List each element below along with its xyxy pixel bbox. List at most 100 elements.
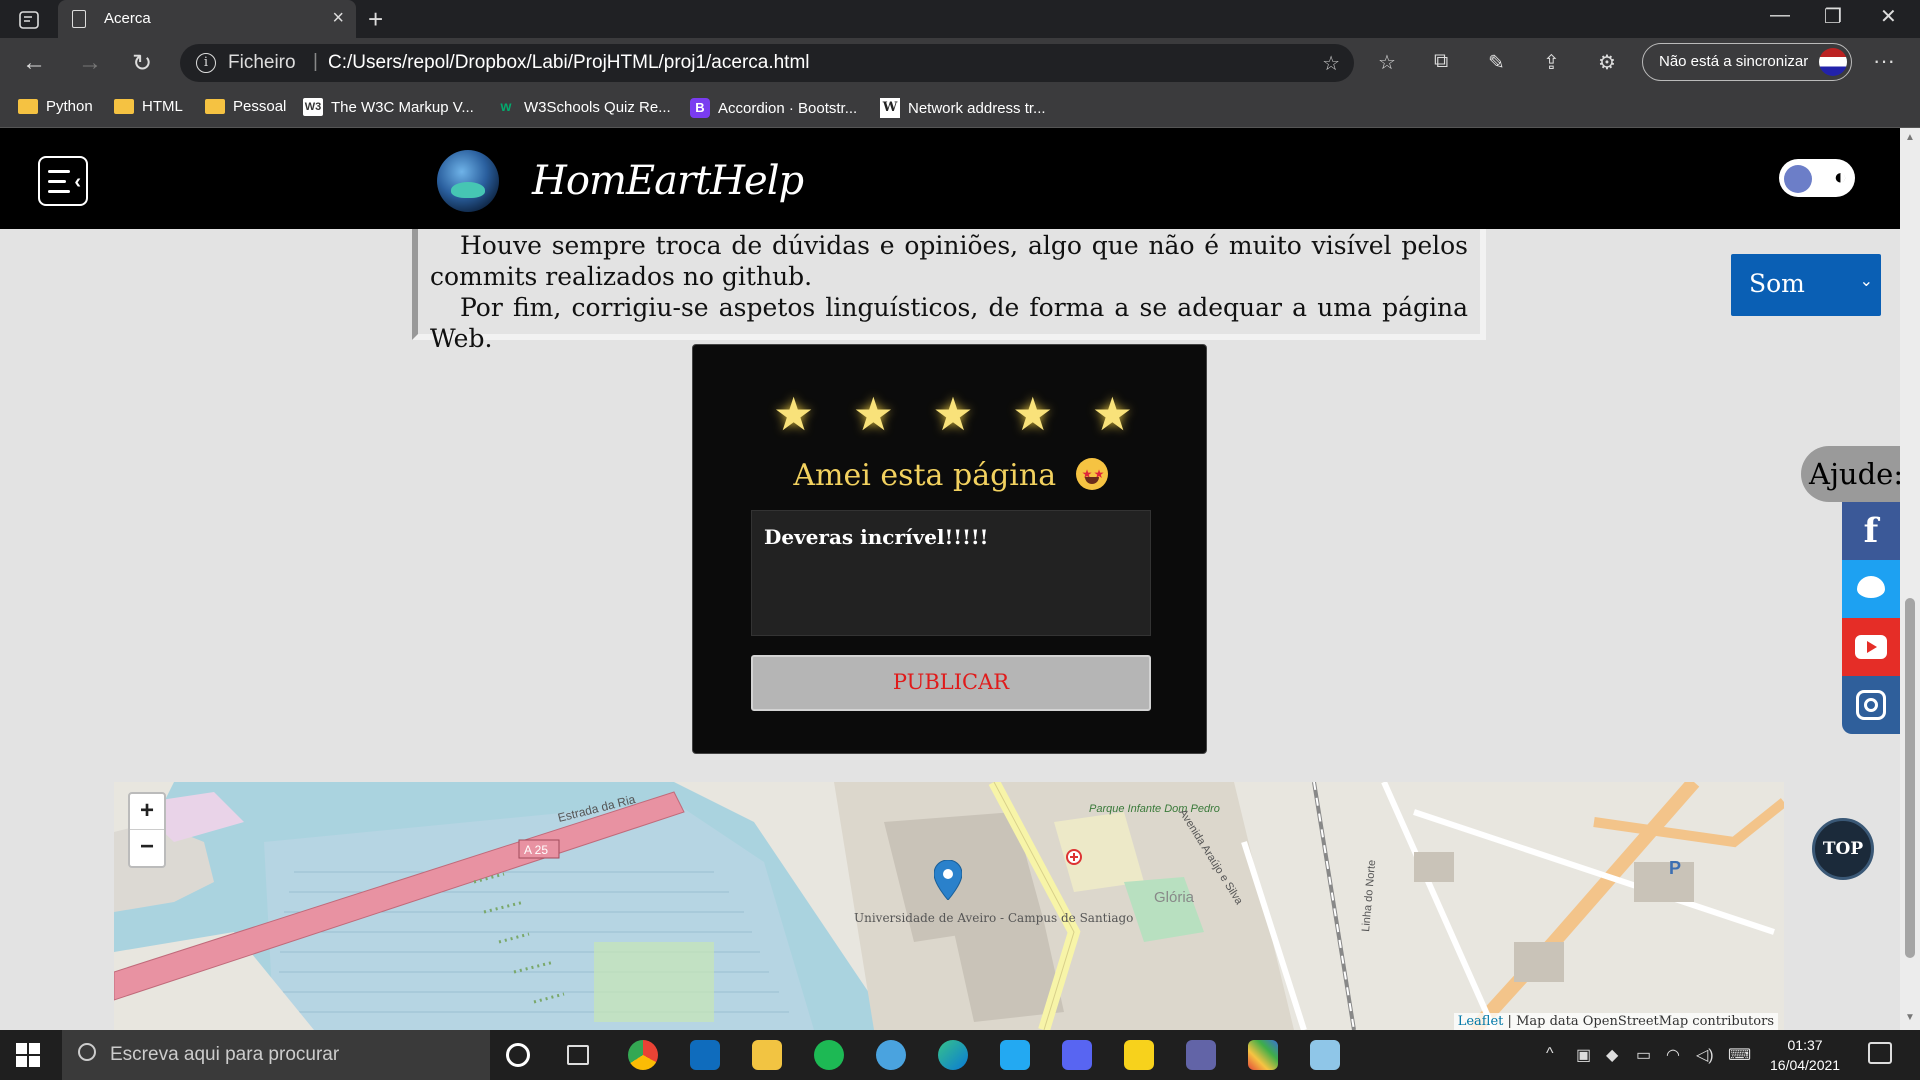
star-icon[interactable]: ★	[773, 387, 814, 441]
file-explorer-icon[interactable]	[752, 1040, 782, 1070]
search-placeholder: Escreva aqui para procurar	[110, 1044, 340, 1065]
sticky-notes-icon[interactable]	[1124, 1040, 1154, 1070]
toggle-knob	[1784, 165, 1812, 193]
favorites-icon[interactable]: ☆	[1378, 50, 1396, 75]
tab-title: Acerca	[104, 10, 151, 27]
spotify-icon[interactable]	[814, 1040, 844, 1070]
discord-icon[interactable]	[1062, 1040, 1092, 1070]
facebook-icon[interactable]: f	[1842, 502, 1900, 560]
tab-actions-icon[interactable]	[12, 8, 48, 32]
chrome-icon[interactable]	[628, 1040, 658, 1070]
taskbar-search[interactable]: Escreva aqui para procurar	[62, 1030, 490, 1080]
minimize-icon[interactable]: —	[1770, 4, 1790, 27]
rating-label-text: Amei esta página	[793, 458, 1057, 493]
url-text[interactable]: C:/Users/repol/Dropbox/Labi/ProjHTML/pro…	[328, 52, 810, 74]
comment-textarea[interactable]: Deveras incrível!!!!!	[751, 510, 1151, 636]
site-brand[interactable]: HomEartHelp	[532, 158, 804, 204]
address-bar[interactable]: i Ficheiro | C:/Users/repol/Dropbox/Labi…	[180, 44, 1354, 82]
scroll-down-icon[interactable]: ▼	[1905, 1012, 1915, 1023]
map-label-parking: P	[1669, 858, 1681, 878]
forward-icon[interactable]: →	[78, 49, 102, 77]
scroll-up-icon[interactable]: ▲	[1905, 132, 1915, 143]
back-icon[interactable]: ←	[22, 49, 46, 77]
star-icon[interactable]: ★	[932, 387, 973, 441]
bookmark-bootstrap-accordion[interactable]: B Accordion · Bootstr...	[690, 98, 857, 118]
tray-chevron-icon[interactable]: ^	[1546, 1045, 1554, 1063]
bookmarks-bar: Python HTML Pessoal W3 The W3C Markup V.…	[0, 88, 1920, 128]
w3schools-icon: w	[500, 98, 512, 114]
map-marker-icon[interactable]	[934, 860, 962, 900]
star-icon[interactable]: ★	[1012, 387, 1053, 441]
publish-button[interactable]: PUBLICAR	[751, 655, 1151, 711]
map-tiles[interactable]: A 25 Estrada da Ria P Universidade de Av…	[114, 782, 1784, 1030]
chevron-down-icon: ⌄	[1859, 271, 1873, 290]
zoom-out-button[interactable]: −	[130, 830, 164, 866]
battery-icon[interactable]: ▭	[1636, 1045, 1651, 1065]
brightness-icon: ◐	[1833, 164, 1847, 189]
teams-icon[interactable]	[1186, 1040, 1216, 1070]
volume-icon[interactable]: ◁)	[1696, 1045, 1714, 1065]
clock-time: 01:37	[1787, 1037, 1823, 1053]
menu-toggle-button[interactable]: ‹	[38, 156, 88, 206]
windows-taskbar: Escreva aqui para procurar ^ ▣ ◆ ▭ ◠ ◁) …	[0, 1030, 1920, 1080]
wifi-icon[interactable]: ◠	[1666, 1045, 1680, 1065]
sound-select[interactable]: Som ⌄	[1731, 254, 1881, 316]
close-window-icon[interactable]: ✕	[1880, 4, 1897, 29]
outlook-icon[interactable]	[690, 1040, 720, 1070]
bookmark-pessoal[interactable]: Pessoal	[205, 98, 286, 115]
scroll-top-button[interactable]: TOP	[1812, 818, 1874, 880]
bookmark-label: W3Schools Quiz Re...	[524, 98, 671, 116]
windows-start-icon[interactable]	[16, 1043, 40, 1067]
lock-icon[interactable]: ▣	[1576, 1045, 1591, 1065]
profile-settings-icon[interactable]: ⚙	[1598, 50, 1616, 75]
bookmark-network-address[interactable]: W Network address tr...	[880, 98, 1046, 118]
search-icon	[78, 1043, 96, 1061]
refresh-icon[interactable]: ↻	[132, 49, 152, 78]
star-icon[interactable]: ★	[853, 387, 894, 441]
help-label: Ajude:	[1801, 446, 1900, 502]
leaflet-map[interactable]: A 25 Estrada da Ria P Universidade de Av…	[114, 782, 1784, 1030]
map-label-gloria: Glória	[1154, 889, 1195, 906]
git-client-icon[interactable]	[1248, 1040, 1278, 1070]
notifications-icon[interactable]	[1868, 1042, 1892, 1064]
close-tab-icon[interactable]: ×	[332, 7, 344, 30]
bookmark-w3c-validator[interactable]: W3 The W3C Markup V...	[303, 98, 474, 116]
restore-icon[interactable]: ❐	[1824, 4, 1842, 29]
earth-logo[interactable]	[437, 150, 499, 212]
share-icon[interactable]: ⇪	[1543, 50, 1560, 75]
keyboard-icon[interactable]: ⌨	[1728, 1045, 1751, 1065]
dropbox-icon[interactable]: ◆	[1606, 1045, 1618, 1065]
sync-status-button[interactable]: Não está a sincronizar	[1642, 43, 1852, 81]
vscode-icon[interactable]	[1000, 1040, 1030, 1070]
browser-tab-bar: Acerca × + — ❐ ✕	[0, 0, 1920, 38]
extensions-icon[interactable]: ✎	[1488, 50, 1505, 75]
youtube-icon[interactable]	[1842, 618, 1900, 676]
collections-icon[interactable]: ⧉	[1434, 50, 1448, 73]
task-view-icon[interactable]	[567, 1045, 589, 1065]
avatar	[1819, 48, 1847, 76]
instagram-icon[interactable]	[1842, 676, 1900, 734]
bookmark-w3schools-quiz[interactable]: w W3Schools Quiz Re...	[496, 98, 671, 116]
more-menu-icon[interactable]: ···	[1873, 48, 1895, 74]
bookmark-label: Network address tr...	[908, 99, 1046, 117]
browser-tab-active[interactable]: Acerca ×	[58, 0, 356, 38]
star-icon[interactable]: ★	[1092, 387, 1133, 441]
star-rating[interactable]: ★ ★ ★ ★ ★	[773, 387, 1133, 441]
bookmark-html[interactable]: HTML	[114, 98, 183, 115]
zoom-in-button[interactable]: +	[130, 794, 164, 830]
taskbar-clock[interactable]: 01:37 16/04/2021	[1770, 1035, 1840, 1075]
twitter-icon[interactable]	[1842, 560, 1900, 618]
theme-toggle[interactable]: ◐	[1779, 159, 1855, 197]
leaflet-link[interactable]: Leaflet	[1458, 1014, 1504, 1029]
info-icon[interactable]: i	[196, 53, 216, 73]
notes-app-icon[interactable]	[1310, 1040, 1340, 1070]
star-struck-emoji-icon: ★ ★	[1075, 458, 1108, 490]
browser-app-icon[interactable]	[876, 1040, 906, 1070]
cortana-icon[interactable]	[506, 1043, 530, 1067]
bookmark-python[interactable]: Python	[18, 98, 93, 115]
new-tab-icon[interactable]: +	[368, 4, 383, 35]
edge-icon[interactable]	[938, 1040, 968, 1070]
page-scrollbar[interactable]: ▲ ▼	[1900, 128, 1920, 1030]
scrollbar-thumb[interactable]	[1905, 598, 1915, 958]
add-favorite-icon[interactable]: ☆	[1322, 51, 1340, 76]
